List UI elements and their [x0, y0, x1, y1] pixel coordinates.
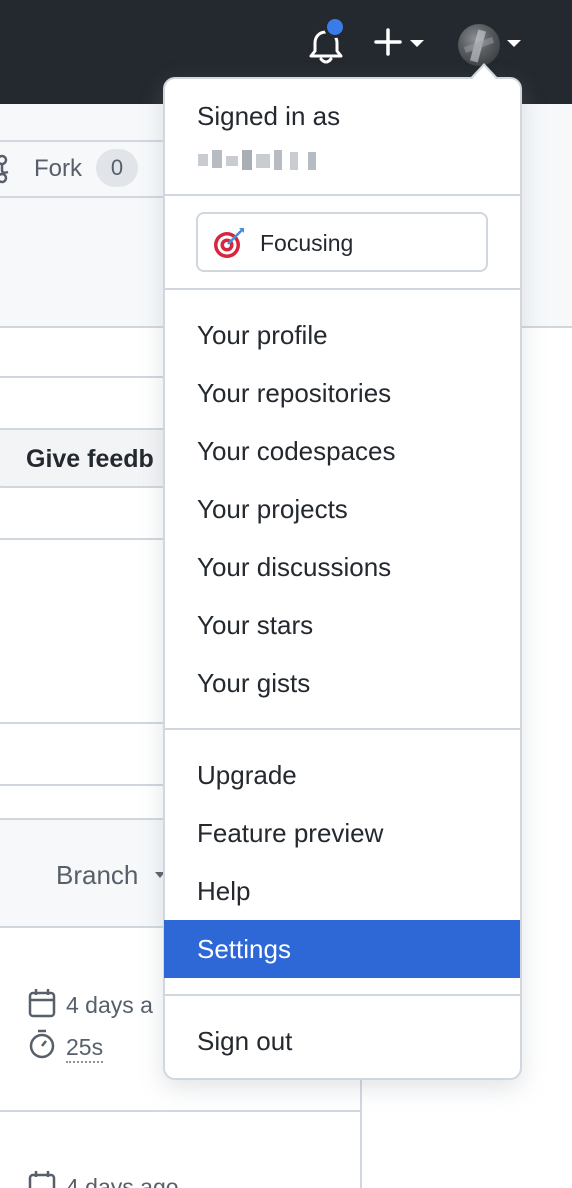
give-feedback-label: Give feedb [26, 445, 154, 473]
divider [0, 140, 170, 142]
menu-caret-inner [472, 66, 496, 79]
run-date: 4 days ago [66, 1174, 179, 1188]
divider [360, 1080, 362, 1188]
username-redacted [198, 148, 324, 174]
fork-icon [0, 154, 9, 184]
fork-label[interactable]: Fork [34, 155, 82, 183]
stopwatch-icon [29, 1029, 55, 1059]
divider [0, 784, 170, 786]
branch-filter[interactable]: Branch [56, 860, 138, 891]
divider [0, 722, 170, 724]
menu-item-upgrade[interactable]: Upgrade [197, 760, 297, 791]
run-date: 4 days a [66, 992, 153, 1018]
divider [0, 538, 170, 540]
menu-item-settings-label: Settings [197, 934, 291, 964]
menu-item-your-stars[interactable]: Your stars [197, 610, 313, 641]
fork-count: 0 [96, 149, 138, 187]
calendar-icon [28, 1171, 56, 1188]
signed-in-label: Signed in as [197, 101, 341, 131]
run-duration: 25s [66, 1034, 104, 1063]
menu-item-your-projects[interactable]: Your projects [197, 494, 348, 525]
avatar[interactable] [458, 24, 500, 66]
menu-item-your-profile[interactable]: Your profile [197, 320, 328, 351]
create-chevron-down-icon[interactable] [410, 40, 424, 47]
divider [0, 196, 170, 198]
menu-divider [163, 728, 522, 730]
menu-item-your-gists[interactable]: Your gists [197, 668, 310, 699]
menu-item-your-discussions[interactable]: Your discussions [197, 552, 391, 583]
menu-divider [163, 194, 522, 196]
dart-icon [214, 228, 244, 258]
menu-divider [163, 288, 522, 290]
menu-item-feature-preview[interactable]: Feature preview [197, 818, 383, 849]
menu-item-sign-out[interactable]: Sign out [197, 1026, 292, 1057]
menu-divider [163, 994, 522, 996]
menu-item-your-repositories[interactable]: Your repositories [197, 378, 391, 409]
calendar-icon [28, 989, 56, 1018]
notification-indicator [324, 16, 346, 38]
plus-icon[interactable] [374, 26, 402, 58]
menu-item-help[interactable]: Help [197, 876, 250, 907]
status-label: Focusing [260, 230, 354, 256]
divider [0, 376, 170, 378]
menu-item-your-codespaces[interactable]: Your codespaces [197, 436, 396, 467]
divider [0, 1110, 362, 1112]
avatar-chevron-down-icon[interactable] [507, 40, 521, 47]
